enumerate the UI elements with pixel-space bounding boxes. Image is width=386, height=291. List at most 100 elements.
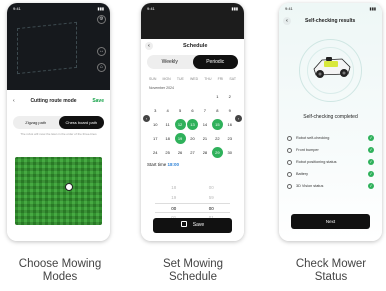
check-icon: ✓ [368,135,374,141]
calendar-day[interactable]: 13 [186,119,198,130]
battery-icon: ▮▮▮ [369,5,376,11]
map-view[interactable]: 9:41 ▮▮▮ ⚙ ↔ ⌂ [7,3,110,90]
calendar-day[interactable]: 25 [161,147,173,158]
day-number: 28 [202,150,208,155]
status-time: 9:41 [285,5,293,11]
day-number: 29 [211,147,223,158]
check-item-label: Robot self-checking [296,136,330,140]
item-icon [287,171,292,177]
schedule-tabs[interactable]: Weekly Periodic [147,55,238,69]
check-item-label: Robot positioning status [296,160,337,164]
calendar-blank [149,91,161,102]
day-number: 25 [165,150,170,155]
check-icon: ✓ [368,147,374,153]
sheet-title: Cutting route mode [30,98,77,104]
robot-mower-image [313,57,351,78]
day-number: 17 [152,136,158,141]
calendar-day[interactable]: 27 [186,147,198,158]
save-icon [180,221,187,227]
calendar-day[interactable]: 6 [186,105,198,116]
start-time-label: Start time [147,162,167,167]
calendar-day[interactable]: 21 [199,133,211,144]
weekday-header: SUN MON TUE WED THU FRI SAT [149,77,236,81]
calendar-day[interactable]: 20 [186,133,198,144]
self-check-header: ‹ Self-checking results [283,17,378,25]
day-number: 30 [227,150,232,155]
mode-toggle[interactable]: Zigzag path Chess board path [13,116,104,129]
day-number: 4 [166,108,169,113]
calendar-day[interactable]: 11 [161,119,173,130]
sheet-header: ‹ Cutting route mode Save [13,97,104,105]
picker-row[interactable]: 19 59 [155,193,230,203]
check-item-label: Battery [296,172,309,176]
tab-periodic[interactable]: Periodic [192,55,238,69]
check-item: Battery ✓ [287,168,374,180]
save-button[interactable]: Save [153,218,232,233]
calendar-day[interactable]: 5 [174,105,186,116]
calendar-day[interactable]: 19 [174,133,186,144]
calendar-day[interactable]: 8 [211,105,223,116]
caption-line: Set Mowing [162,258,224,270]
calendar-day[interactable]: 4 [161,105,173,116]
home-icon[interactable]: ⌂ [97,63,106,72]
calendar-day[interactable]: 26 [174,147,186,158]
calendar-day[interactable]: 29 [211,147,223,158]
calendar-day[interactable]: 18 [161,133,173,144]
tab-weekly[interactable]: Weekly [147,55,193,69]
next-button[interactable]: Next [291,214,370,229]
calendar-day[interactable]: 24 [149,147,161,158]
item-icon [287,135,292,141]
back-button[interactable]: ‹ [13,98,15,104]
lawn-pattern-preview [15,157,102,225]
caption-line: Check Mower [295,258,367,270]
calendar-day[interactable]: 2 [224,91,236,102]
calendar-day[interactable]: 15 [211,119,223,130]
mode-zigzag[interactable]: Zigzag path [13,116,59,129]
phone-self-check-screen: 9:41 ▮▮▮ ‹ Self-checking results Self-ch… [279,3,382,241]
calendar-day[interactable]: 17 [149,133,161,144]
calendar-day[interactable]: 10 [149,119,161,130]
picker-row[interactable] [155,173,230,183]
mode-chessboard[interactable]: Chess board path [58,116,104,129]
day-number: 11 [165,122,170,127]
calendar-day[interactable]: 1 [211,91,223,102]
check-item: Front bumper ✓ [287,144,374,156]
calendar-day[interactable]: 30 [224,147,236,158]
calendar-day[interactable]: 28 [199,147,211,158]
back-button[interactable]: ‹ [145,42,153,50]
check-list: Robot self-checking ✓ Front bumper ✓ Robot p… [287,132,374,192]
back-button[interactable]: ‹ [283,17,291,25]
calendar-day[interactable]: 12 [174,119,186,130]
gear-icon[interactable]: ⚙ [97,15,106,24]
page-title: Self-checking results [305,18,356,24]
day-number: 23 [227,136,232,141]
next-month-icon[interactable]: › [235,115,242,122]
day-number: 27 [190,150,195,155]
picker-hour: 00 [171,206,177,211]
start-time-value[interactable]: 18:00 [168,162,180,167]
day-number: 7 [203,108,207,113]
time-picker[interactable]: 1800195900000101 [155,173,230,223]
picker-row[interactable]: 00 00 [155,203,230,213]
picker-minute: 00 [208,206,214,211]
picker-row[interactable]: 18 00 [155,183,230,193]
day-number: 20 [190,136,195,141]
calendar-day[interactable]: 22 [211,133,223,144]
save-link[interactable]: Save [92,98,104,104]
page-title: Schedule [183,43,208,49]
calendar-day[interactable]: 9 [224,105,236,116]
route-icon[interactable]: ↔ [97,47,106,56]
check-item: Robot self-checking ✓ [287,132,374,144]
calendar-day[interactable]: 23 [224,133,236,144]
day-number: 6 [191,108,194,113]
status-bar: 9:41 ▮▮▮ [285,5,376,11]
calendar-day[interactable]: 3 [149,105,161,116]
calendar-day[interactable]: 16 [224,119,236,130]
day-number: 5 [178,108,182,113]
caption-schedule: Set Mowing Schedule [128,258,258,284]
calendar-day[interactable]: 14 [199,119,211,130]
check-status-text: Self-checking completed [303,114,358,120]
month-label: November 2024 [149,86,174,90]
day-number: 15 [211,119,223,130]
calendar-day[interactable]: 7 [199,105,211,116]
